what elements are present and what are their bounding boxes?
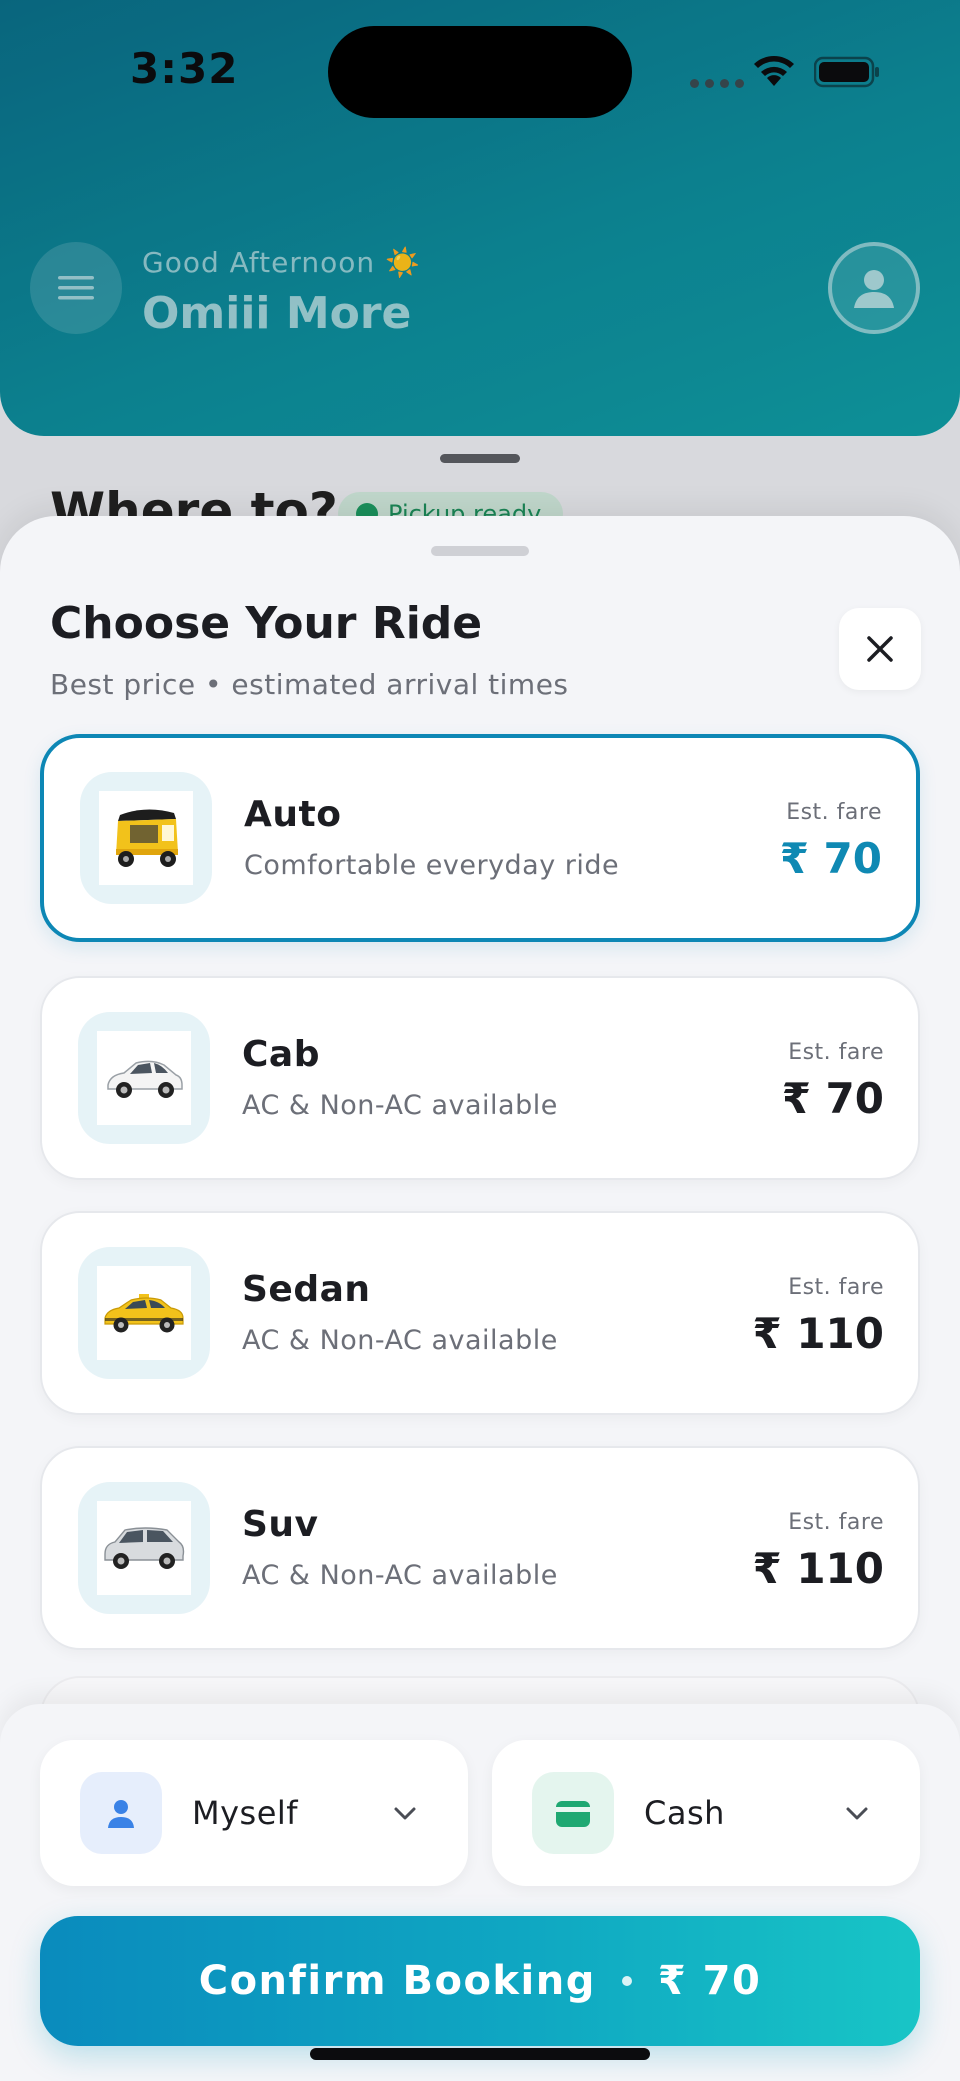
fare-value: ₹ 70 — [781, 1074, 884, 1123]
ride-name: Suv — [242, 1504, 319, 1545]
hatchback-car-icon — [107, 1060, 183, 1098]
home-indicator[interactable] — [310, 2048, 650, 2060]
close-icon — [867, 636, 893, 662]
confirm-fare: ₹ 70 — [657, 1958, 762, 2004]
ride-name: Sedan — [242, 1269, 371, 1310]
ride-description: Comfortable everyday ride — [244, 850, 620, 881]
fare-label: Est. fare — [788, 1275, 884, 1300]
ride-thumbnail — [80, 772, 212, 904]
separator-dot — [621, 1976, 632, 1986]
ride-name: Cab — [242, 1034, 320, 1075]
ride-description: AC & Non-AC available — [242, 1325, 558, 1356]
fare-label: Est. fare — [788, 1510, 884, 1535]
ride-option-cab[interactable]: Cab AC & Non-AC available Est. fare ₹ 70 — [40, 976, 920, 1180]
ride-thumbnail — [78, 1247, 210, 1379]
ride-thumbnail — [78, 1012, 210, 1144]
payment-icon-box — [532, 1772, 614, 1854]
ride-description: AC & Non-AC available — [242, 1090, 558, 1121]
suv-car-icon — [104, 1527, 185, 1569]
fare-value: ₹ 110 — [752, 1309, 884, 1358]
rider-icon-box — [80, 1772, 162, 1854]
confirm-booking-button[interactable]: Confirm Booking ₹ 70 — [40, 1916, 920, 2046]
sheet-subtitle: Best price • estimated arrival times — [50, 668, 569, 701]
chevron-down-icon — [394, 1807, 416, 1820]
ride-option-sedan[interactable]: Sedan AC & Non-AC available Est. fare ₹ … — [40, 1211, 920, 1415]
chevron-down-icon — [846, 1807, 868, 1820]
sheet-title: Choose Your Ride — [50, 598, 483, 649]
confirm-label: Confirm Booking — [198, 1958, 596, 2004]
auto-rickshaw-icon — [116, 809, 178, 867]
payment-label: Cash — [644, 1794, 725, 1832]
sedan-taxi-icon — [104, 1294, 184, 1333]
rider-label: Myself — [192, 1794, 299, 1832]
wallet-icon — [556, 1801, 590, 1827]
booking-footer: Myself Cash Confirm Booking ₹ 70 — [0, 1704, 960, 2081]
ride-name: Auto — [244, 794, 342, 835]
ride-description: AC & Non-AC available — [242, 1560, 558, 1591]
ride-thumbnail — [78, 1482, 210, 1614]
fare-label: Est. fare — [788, 1040, 884, 1065]
sheet-drag-handle[interactable] — [431, 546, 529, 556]
payment-selector[interactable]: Cash — [492, 1740, 920, 1886]
ride-option-auto[interactable]: Auto Comfortable everyday ride Est. fare… — [40, 734, 920, 942]
fare-label: Est. fare — [786, 800, 882, 825]
person-icon — [108, 1800, 134, 1828]
close-button[interactable] — [839, 608, 921, 690]
fare-value: ₹ 110 — [752, 1544, 884, 1593]
fare-value: ₹ 70 — [779, 834, 882, 883]
rider-selector[interactable]: Myself — [40, 1740, 468, 1886]
ride-option-suv[interactable]: Suv AC & Non-AC available Est. fare ₹ 11… — [40, 1446, 920, 1650]
